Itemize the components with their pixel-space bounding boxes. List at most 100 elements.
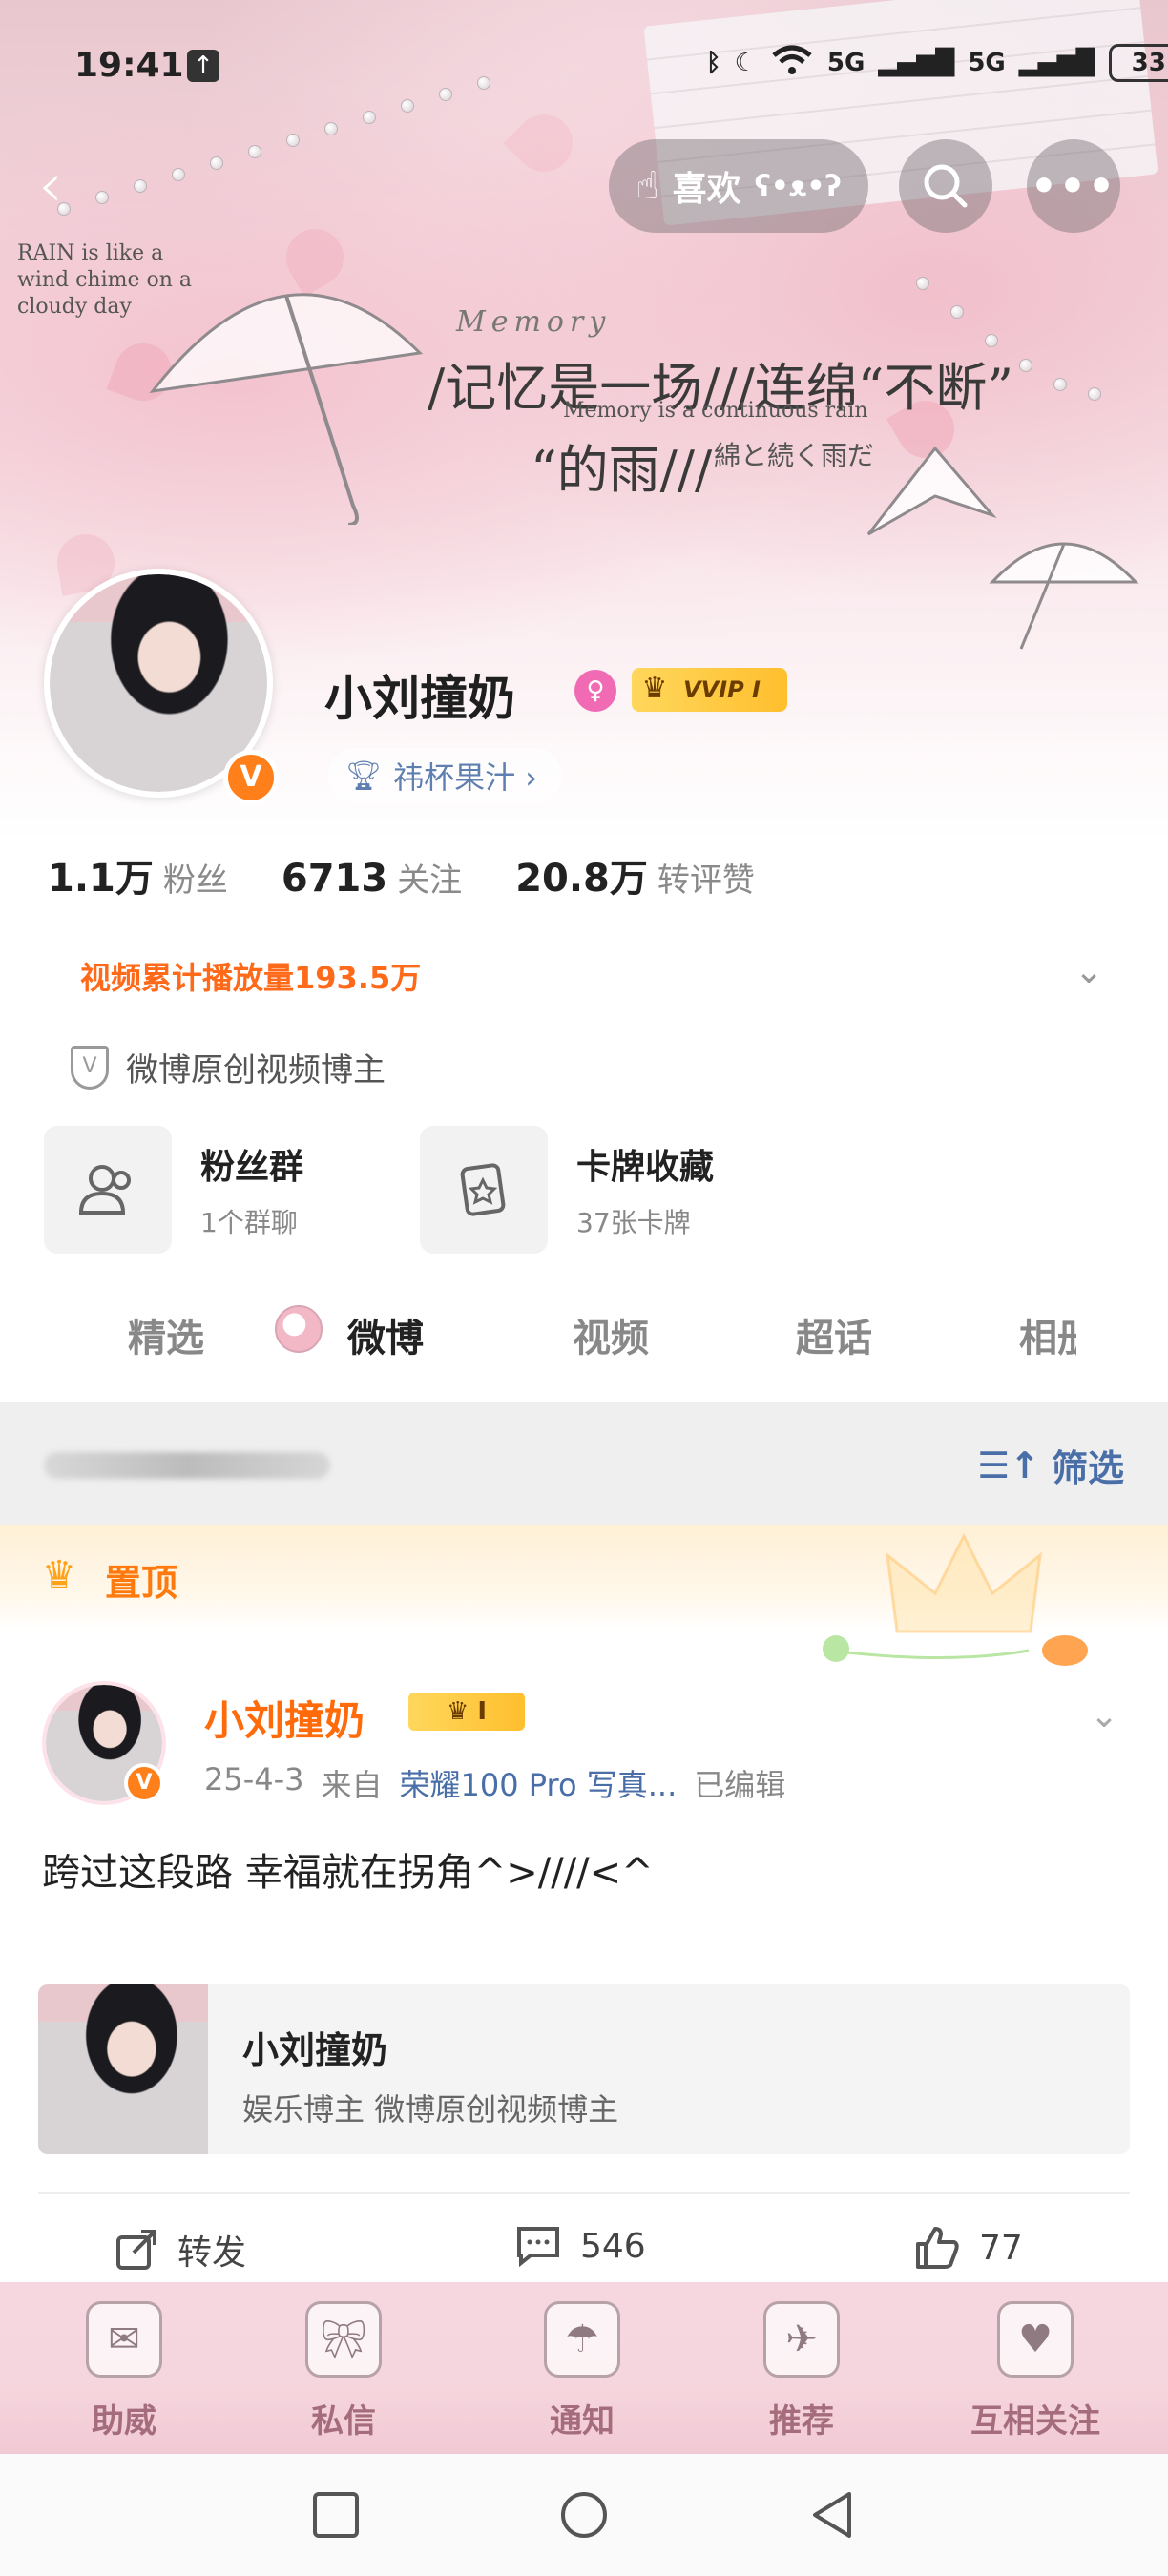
more-button[interactable]: ••• <box>1027 139 1120 233</box>
card-collection-subtitle: 37张卡牌 <box>576 1207 691 1238</box>
bottom-tab-cheer[interactable]: ✉ 助威 <box>19 2301 229 2441</box>
pearl-decoration <box>1053 378 1067 391</box>
blurred-content <box>44 1452 330 1479</box>
battery-icon: 33 <box>1108 44 1168 82</box>
filter-button[interactable]: ☰↑ 筛选 <box>977 1439 1124 1491</box>
post-author-name[interactable]: 小刘撞奶 <box>204 1689 365 1747</box>
paper-crane-icon <box>866 446 997 536</box>
tab-video[interactable]: 视频 <box>573 1307 649 1362</box>
wifi-icon <box>770 44 814 83</box>
female-gender-icon: ♀ <box>574 670 616 712</box>
followers-label[interactable]: 粉丝 <box>163 854 228 901</box>
pearl-decoration <box>916 277 929 290</box>
bottom-tab-label: 私信 <box>311 2402 376 2441</box>
pearl-decoration <box>1019 359 1032 372</box>
avatar-image <box>38 1984 208 2154</box>
status-icons: ᛒ ☾ 5G ▂▄▆█ 5G ▂▄▆█ 33 <box>706 44 1168 82</box>
pearl-decoration <box>172 168 185 181</box>
post-source-label: 来自 <box>321 1767 383 1803</box>
trophy-icon: 🏆︎ <box>345 758 383 793</box>
engagement-count[interactable]: 20.8万 <box>515 847 648 903</box>
search-icon <box>924 164 968 208</box>
like-post-button[interactable]: 77 <box>914 2225 1023 2271</box>
pearl-decoration <box>363 111 376 124</box>
following-label[interactable]: 关注 <box>397 854 462 901</box>
notification-icon: ☂ <box>544 2301 620 2378</box>
post-edited-label: 已编辑 <box>694 1767 786 1803</box>
signal-5g-icon: 5G <box>826 49 866 77</box>
more-dots-icon: ••• <box>1030 161 1117 211</box>
repost-label: 转发 <box>177 2233 247 2273</box>
verified-badge-icon: V <box>124 1763 164 1803</box>
pearl-decoration <box>248 145 261 158</box>
share-icon <box>116 2230 156 2270</box>
bluetooth-icon: ᛒ <box>706 49 721 77</box>
like-count: 77 <box>979 2228 1023 2268</box>
followers-count[interactable]: 1.1万 <box>48 847 154 903</box>
post-date: 25-4-3 <box>204 1761 304 1797</box>
comment-button[interactable]: 546 <box>515 2225 646 2267</box>
pearl-decoration <box>286 134 300 147</box>
verified-badge-icon: V <box>223 750 279 805</box>
recent-apps-icon[interactable] <box>311 2490 361 2540</box>
crown-decoration-icon <box>886 1532 1042 1633</box>
like-button[interactable]: ☝ 喜欢 ʕ•ᴥ•ʔ <box>609 139 868 233</box>
banner-memory-script: Memory <box>456 305 612 339</box>
filter-button-label: 筛选 <box>1051 1447 1124 1489</box>
bottom-tab-label: 互相关注 <box>970 2402 1100 2441</box>
fan-club-tag[interactable]: 🏆︎ 祎杯果汁 › <box>328 748 563 803</box>
profile-stats: 1.1万 粉丝 6713 关注 20.8万 转评赞 <box>48 847 808 904</box>
engagement-label[interactable]: 转评赞 <box>657 854 755 901</box>
message-icon: 🎀︎ <box>305 2301 382 2378</box>
cat-yarn-decoration-icon <box>823 1635 1088 1666</box>
back-triangle-icon[interactable] <box>807 2490 857 2540</box>
banner-title-line-2: “的雨/// <box>531 440 713 500</box>
bottom-tab-notification[interactable]: ☂ 通知 <box>477 2301 687 2441</box>
chevron-down-icon[interactable]: ⌄ <box>1090 1696 1118 1735</box>
signal-bars-icon: ▂▄▆█ <box>1018 49 1095 77</box>
bottom-tab-mutual-follow[interactable]: ♥ 互相关注 <box>916 2301 1155 2441</box>
fan-group-card[interactable]: 粉丝群 1个群聊 <box>44 1126 303 1254</box>
post-device[interactable]: 荣耀100 Pro 写真... <box>400 1761 678 1805</box>
shared-profile-thumbnail <box>38 1984 208 2154</box>
signal-bars-icon: ▂▄▆█ <box>878 49 955 77</box>
pearl-decoration <box>1088 387 1101 401</box>
upload-icon: ↑ <box>187 50 219 82</box>
card-star-icon <box>420 1126 548 1254</box>
tab-weibo[interactable]: 微博 <box>347 1307 424 1362</box>
following-count[interactable]: 6713 <box>282 857 387 901</box>
tab-album[interactable]: 相册 <box>1019 1307 1076 1362</box>
crown-icon: ♛ <box>641 672 668 705</box>
card-collection-card[interactable]: 卡牌收藏 37张卡牌 <box>420 1126 714 1254</box>
bottom-tab-recommend[interactable]: ✈ 推荐 <box>697 2301 907 2441</box>
pearl-decoration <box>477 76 490 90</box>
signal-5g-icon: 5G <box>968 49 1006 77</box>
tab-super-topic[interactable]: 超话 <box>796 1307 872 1362</box>
pearl-decoration <box>210 156 223 170</box>
group-people-icon <box>44 1126 172 1254</box>
bottom-tab-label: 推荐 <box>769 2402 834 2441</box>
fan-group-title: 粉丝群 <box>200 1148 304 1187</box>
post-text[interactable]: 跨过这段路 幸福就在拐角^>////<^ <box>42 1841 654 1897</box>
moon-icon: ☾ <box>734 49 757 77</box>
banner-japanese-line: 綿と続く雨だ <box>714 440 875 471</box>
repost-button[interactable]: 转发 <box>115 2225 246 2275</box>
video-play-count: 视频累计播放量193.5万 <box>80 960 422 996</box>
back-button[interactable]: ‹ <box>38 153 95 219</box>
chevron-down-icon[interactable]: ⌄ <box>1074 952 1103 991</box>
home-icon[interactable] <box>559 2490 609 2540</box>
certification-row[interactable]: V 微博原创视频博主 <box>71 1044 386 1091</box>
search-button[interactable] <box>899 139 992 233</box>
banner-small-caption: RAIN is like a wind chime on a cloudy da… <box>17 241 193 319</box>
bottom-tab-label: 通知 <box>550 2402 615 2441</box>
shared-profile-subtitle: 娱乐博主 微博原创视频博主 <box>242 2091 619 2128</box>
tab-featured[interactable]: 精选 <box>128 1307 204 1362</box>
crown-icon: ♛ <box>446 1697 478 1726</box>
pearl-decoration <box>950 305 964 319</box>
fan-club-tag-label: 祎杯果汁 › <box>393 759 538 796</box>
post-meta: 25-4-3 来自 荣耀100 Pro 写真... 已编辑 <box>204 1761 785 1805</box>
post-vip-level: I <box>477 1697 488 1726</box>
pinned-label: 置顶 <box>105 1562 178 1604</box>
bottom-tab-message[interactable]: 🎀︎ 私信 <box>239 2301 448 2441</box>
sort-icon: ☰↑ <box>977 1444 1040 1486</box>
